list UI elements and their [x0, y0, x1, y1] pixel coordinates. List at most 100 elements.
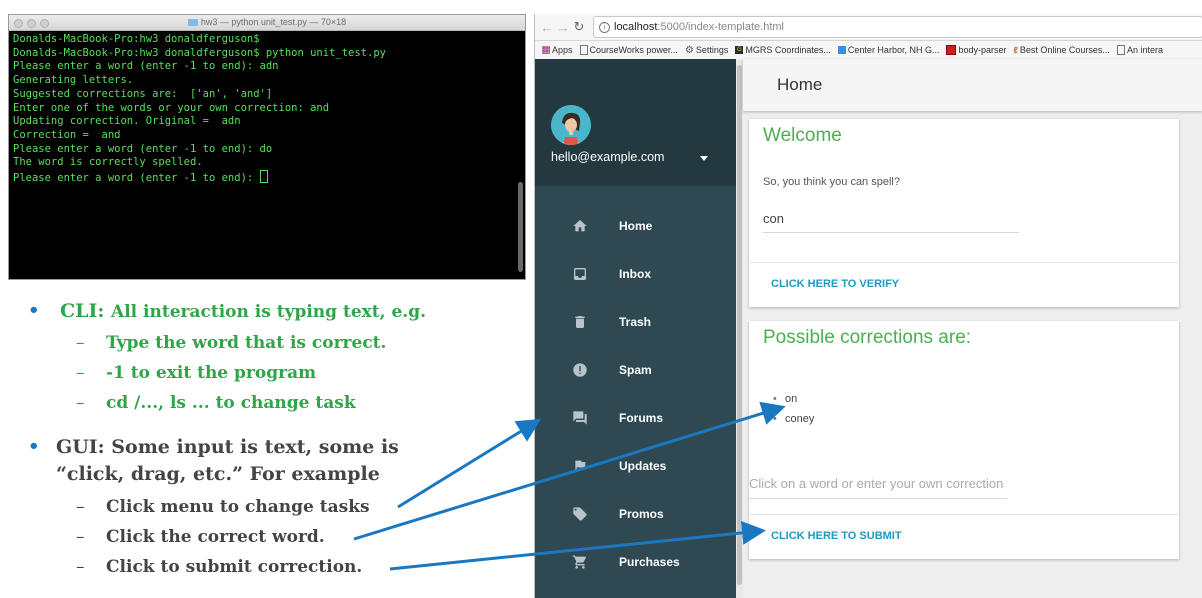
- spam-icon: [571, 361, 589, 379]
- minimize-window-button[interactable]: [27, 19, 36, 28]
- bookmark-label: An intera: [1126, 45, 1163, 55]
- bookmark-label: Apps: [552, 45, 573, 55]
- npm-icon: [946, 45, 957, 55]
- bookmark-courseworks[interactable]: CourseWorks power...: [579, 45, 678, 55]
- sidebar-item-trash[interactable]: Trash: [535, 298, 736, 346]
- bookmark-label: Center Harbor, NH G...: [847, 45, 940, 55]
- bookmark-apps[interactable]: Apps: [542, 45, 573, 55]
- gui-item-text: Click the correct word.: [106, 527, 325, 547]
- gui-item: – Click to submit correction.: [76, 557, 362, 577]
- info-icon[interactable]: i: [599, 21, 610, 33]
- sidebar-item-label: Inbox: [619, 267, 651, 281]
- cli-text: All interaction is typing text, e.g.: [111, 302, 426, 322]
- sidebar-item-updates[interactable]: Updates: [535, 442, 736, 490]
- bookmark-label: Settings: [695, 45, 729, 55]
- dash: –: [76, 363, 85, 383]
- terminal-line: Donalds-MacBook-Pro:hw3 donaldferguson$ …: [13, 46, 386, 59]
- sidebar-item-inbox[interactable]: Inbox: [535, 250, 736, 298]
- mgrs-icon: G: [735, 46, 744, 54]
- corrections-card: Possible corrections are: • on • coney Cli…: [749, 321, 1179, 559]
- sidebar-scrollbar-thumb[interactable]: [737, 65, 742, 585]
- sidebar-item-spam[interactable]: Spam: [535, 346, 736, 394]
- trash-icon: [571, 313, 589, 331]
- terminal-line: The word is correctly spelled.: [13, 156, 203, 169]
- terminal-line: Enter one of the words or your own corre…: [13, 101, 330, 114]
- sidebar-item-forums[interactable]: Forums: [535, 394, 736, 442]
- account-dropdown-icon[interactable]: [700, 156, 708, 161]
- terminal-output[interactable]: Donalds-MacBook-Pro:hw3 donaldferguson$ D…: [9, 31, 525, 188]
- bookmarks-bar: Apps CourseWorks power... ⚙ Settings G MGR…: [535, 41, 1202, 60]
- avatar[interactable]: [551, 105, 591, 145]
- address-bar[interactable]: i localhost:5000/index-template.html: [593, 16, 1202, 38]
- gear-icon: ⚙: [684, 44, 694, 56]
- sidebar-item-purchases[interactable]: Purchases: [535, 538, 736, 586]
- welcome-card: Welcome So, you think you can spell? con…: [749, 119, 1179, 307]
- forward-arrow-icon[interactable]: →: [555, 20, 571, 35]
- word-input[interactable]: con: [763, 211, 1019, 233]
- sidebar-item-label: Promos: [619, 507, 664, 521]
- terminal-line: Please enter a word (enter -1 to end): a…: [13, 60, 279, 73]
- gui-item: – Click menu to change tasks: [76, 497, 370, 517]
- browser-window[interactable]: ← → ↻ i localhost:5000/index-template.ht…: [534, 14, 1202, 598]
- bookmark-center-harbor[interactable]: Center Harbor, NH G...: [837, 45, 940, 55]
- updates-icon: [571, 457, 589, 475]
- reload-icon[interactable]: ↻: [571, 19, 587, 35]
- courses-icon: ℓ: [1013, 45, 1018, 55]
- gui-line-1: GUI: Some input is text, some is: [56, 436, 399, 458]
- page-icon: [1116, 45, 1125, 55]
- promos-icon: [571, 505, 589, 523]
- close-window-button[interactable]: [14, 19, 23, 28]
- sidebar-item-label: Forums: [619, 411, 664, 425]
- purchases-icon: [571, 553, 589, 571]
- terminal-line: Correction = and: [13, 128, 121, 141]
- cli-item: – -1 to exit the program: [76, 363, 316, 383]
- terminal-line: Generating letters.: [13, 74, 134, 87]
- sidebar-item-label: Updates: [619, 459, 667, 473]
- page-title: Home: [777, 75, 823, 94]
- main-content: Home Welcome So, you think you can spell…: [743, 59, 1202, 598]
- terminal-title: hw3 — python unit_test.py — 70×18: [200, 17, 347, 27]
- correction-item-on[interactable]: • on: [773, 393, 797, 405]
- back-arrow-icon[interactable]: ←: [539, 20, 555, 35]
- bookmark-mgrs[interactable]: G MGRS Coordinates...: [735, 45, 831, 55]
- bookmark-label: Best Online Courses...: [1019, 45, 1110, 55]
- web-app: hello@example.com Home Inbox Trash Spam …: [535, 59, 1202, 598]
- bookmark-body-parser[interactable]: body-parser: [946, 45, 1006, 55]
- terminal-line: Updating correction. Original = adn: [13, 115, 241, 128]
- terminal-scrollbar-thumb[interactable]: [518, 182, 523, 272]
- correction-item-coney[interactable]: • coney: [773, 413, 815, 425]
- correction-input[interactable]: Click on a word or enter your own correc…: [749, 476, 1007, 499]
- dash: –: [76, 527, 85, 547]
- bookmark-online-courses[interactable]: ℓ Best Online Courses...: [1013, 45, 1109, 55]
- terminal-scrollbar[interactable]: [517, 32, 523, 278]
- sidebar-item-home[interactable]: Home: [535, 202, 736, 250]
- app-bar: Home: [743, 59, 1202, 111]
- url-host: localhost: [614, 21, 658, 33]
- cli-bullet: • CLI: All interaction is typing text, e…: [28, 300, 426, 322]
- correction-word: coney: [785, 413, 815, 425]
- welcome-title: Welcome: [763, 125, 842, 146]
- home-icon: [571, 217, 589, 235]
- verify-button[interactable]: CLICK HERE TO VERIFY: [771, 278, 899, 290]
- inbox-icon: [571, 265, 589, 283]
- terminal-titlebar: hw3 — python unit_test.py — 70×18: [9, 15, 525, 31]
- terminal-cursor: [259, 170, 268, 184]
- sidebar-item-promos[interactable]: Promos: [535, 490, 736, 538]
- url-path: :5000/index-template.html: [657, 21, 784, 33]
- gui-item: – Click the correct word.: [76, 527, 325, 547]
- submit-button[interactable]: CLICK HERE TO SUBMIT: [771, 530, 902, 542]
- apps-grid-icon: [542, 46, 550, 54]
- terminal-window[interactable]: hw3 — python unit_test.py — 70×18 Donald…: [8, 14, 526, 280]
- terminal-line: Donalds-MacBook-Pro:hw3 donaldferguson$: [13, 33, 260, 45]
- bookmark-settings[interactable]: ⚙ Settings: [685, 45, 729, 56]
- bookmark-label: CourseWorks power...: [589, 45, 678, 55]
- gui-line-2: “click, drag, etc.” For example: [56, 463, 380, 485]
- bullet-dot: •: [28, 300, 40, 321]
- bullet-dot: •: [28, 436, 40, 457]
- bookmark-an-intera[interactable]: An intera: [1116, 45, 1163, 55]
- dash: –: [76, 497, 85, 517]
- sidebar-scrollbar[interactable]: [736, 59, 743, 598]
- zoom-window-button[interactable]: [40, 19, 49, 28]
- terminal-line: Suggested corrections are: ['an', 'and']: [13, 87, 273, 100]
- user-email: hello@example.com: [551, 150, 665, 164]
